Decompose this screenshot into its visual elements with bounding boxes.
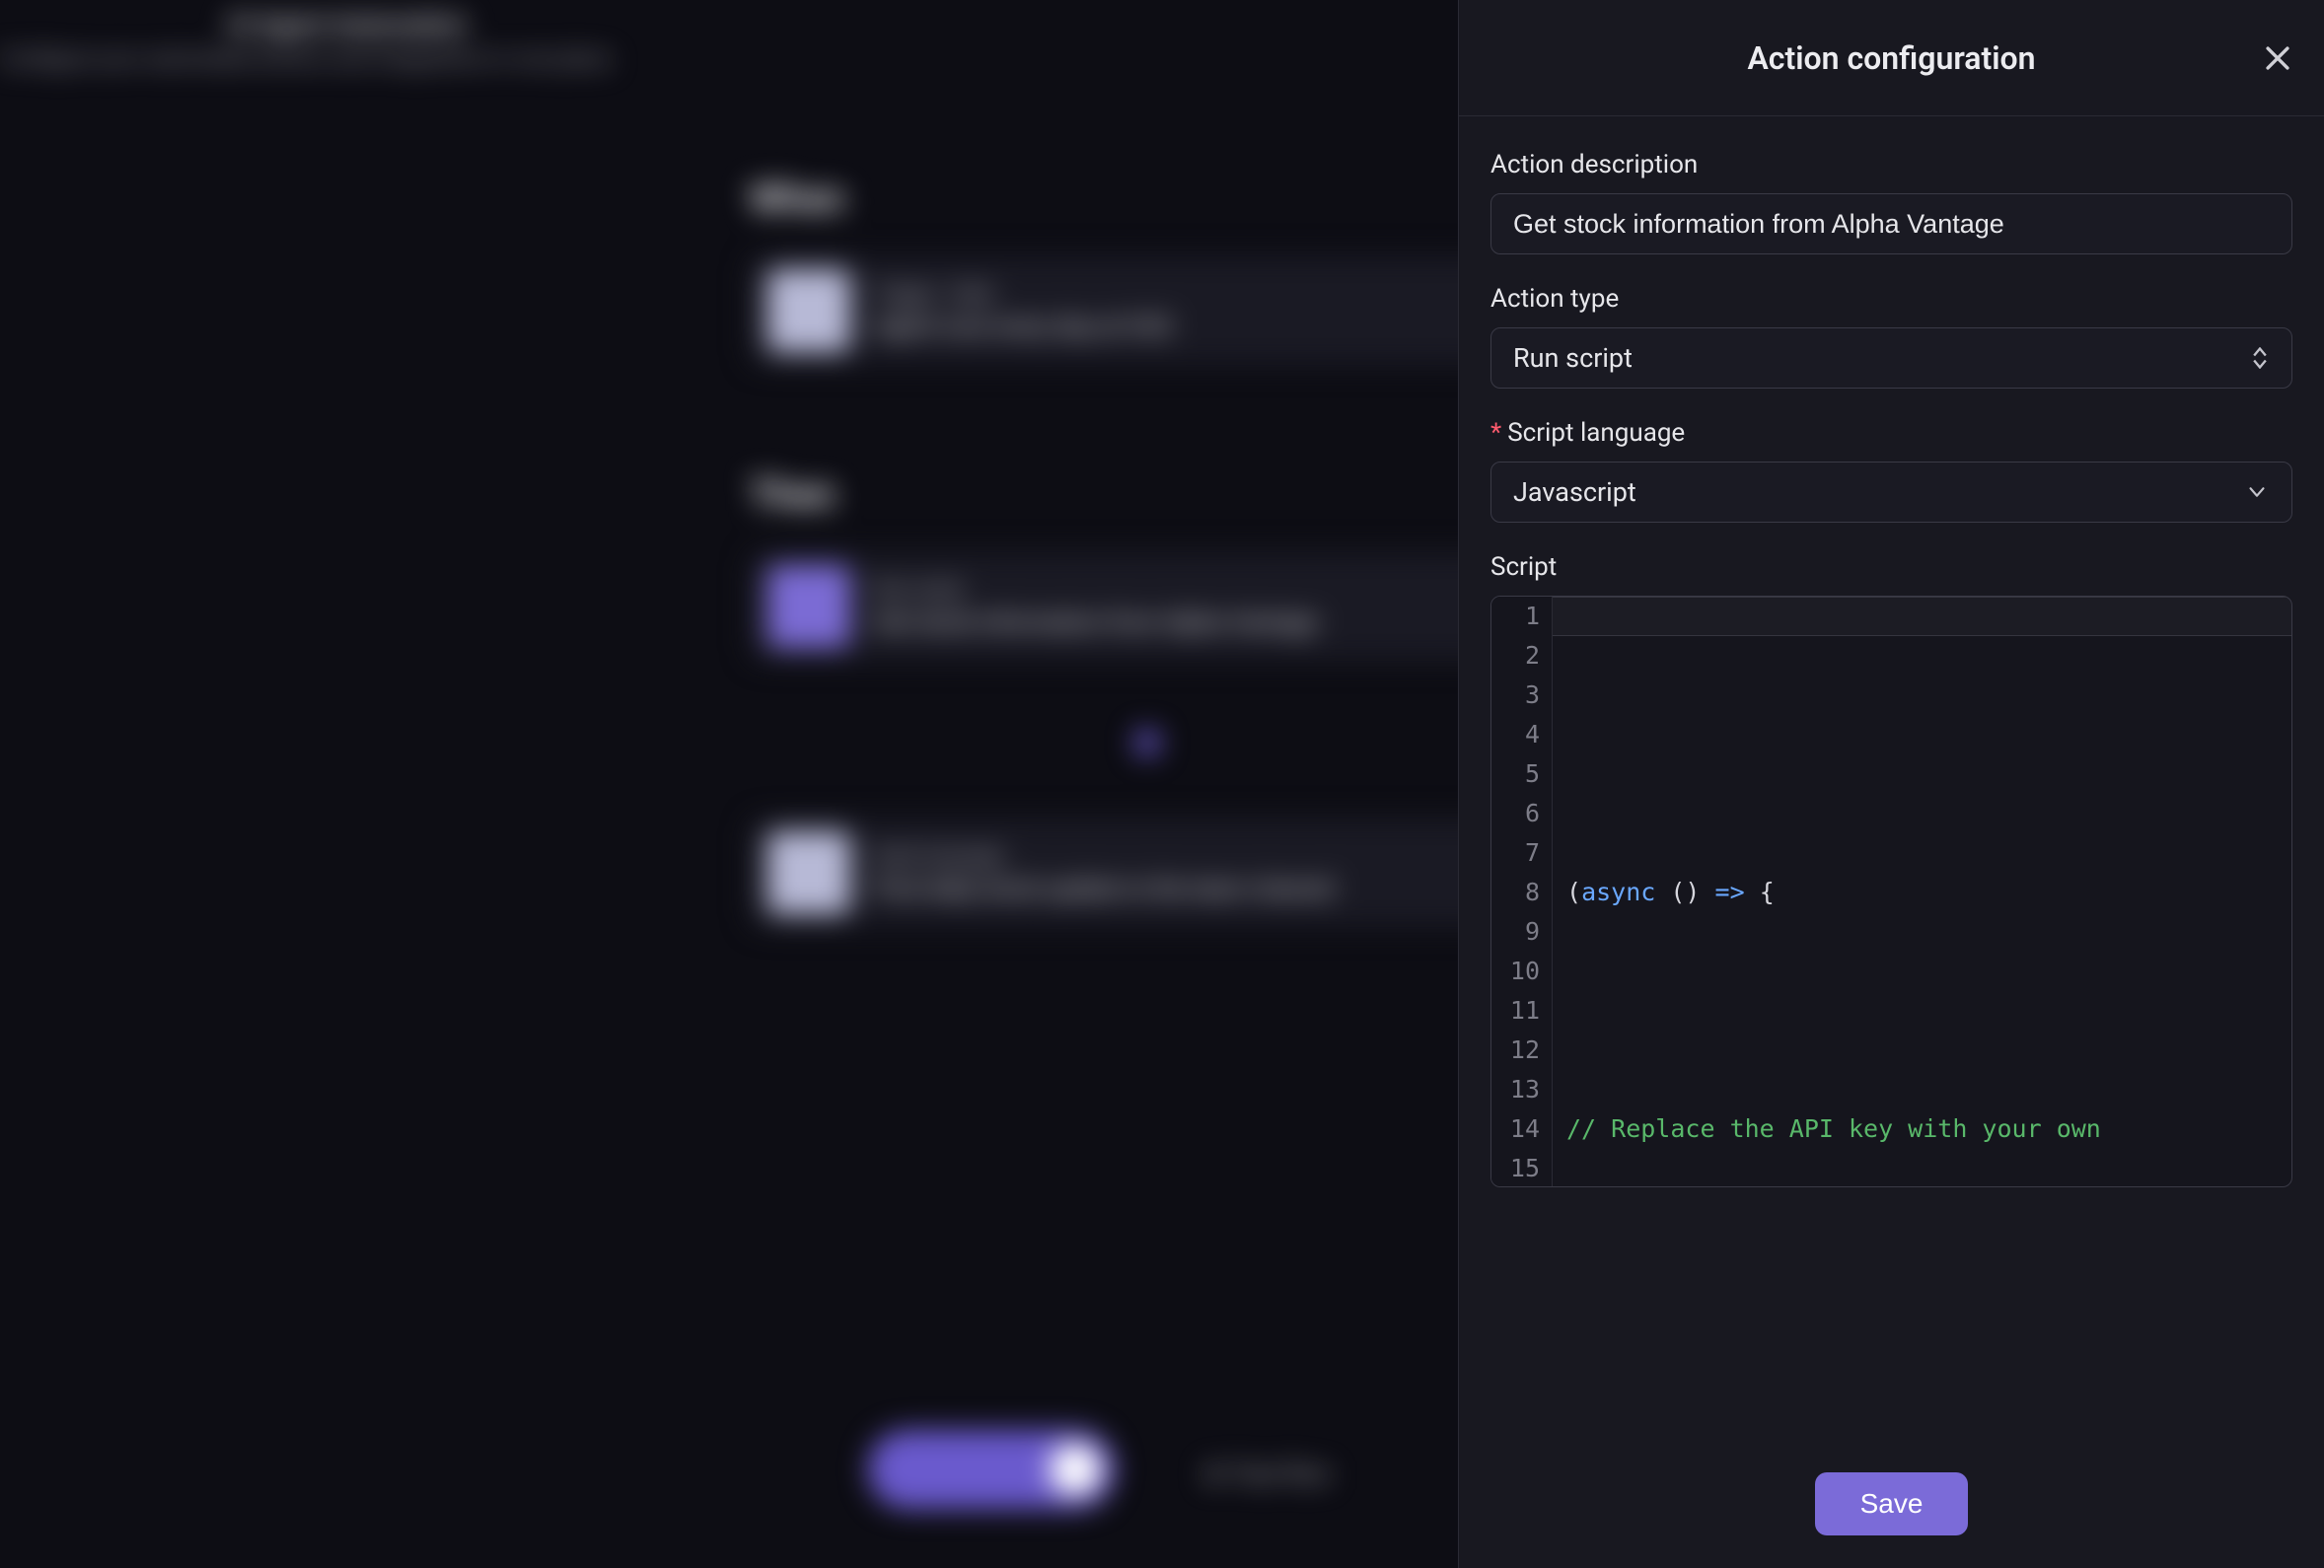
- bg-page-title: AI Agent Automation: [227, 10, 467, 39]
- bg-action2-sub: Send message: [874, 843, 1334, 867]
- field-action-type: Action type Run script: [1490, 284, 2292, 389]
- script-editor[interactable]: 123456789101112131415 (async () => { // …: [1490, 596, 2292, 1187]
- bg-section-then: Then: [750, 473, 835, 517]
- bg-trigger-sub: Trigger · Daily: [874, 281, 1171, 305]
- panel-header: Action configuration: [1459, 0, 2324, 116]
- bg-action2-thumb: [767, 831, 850, 914]
- bg-action-card-2: Send message Post daily stock update to …: [750, 819, 1559, 927]
- bg-test-run-text: ⊕ Test Run: [1203, 1460, 1331, 1489]
- close-icon[interactable]: [2261, 41, 2294, 75]
- field-script-language: *Script language Javascript: [1490, 418, 2292, 523]
- bg-section-when: When: [750, 178, 844, 221]
- action-config-panel: Action configuration Action description …: [1458, 0, 2324, 1568]
- action-type-select[interactable]: Run script: [1490, 327, 2292, 389]
- script-language-select[interactable]: Javascript: [1490, 462, 2292, 523]
- bg-action1-thumb: [767, 565, 850, 648]
- stepper-icon: [2250, 347, 2270, 369]
- field-action-description: Action description: [1490, 150, 2292, 254]
- bg-action-card-1: Run script Get stock information from Al…: [750, 552, 1559, 661]
- action-type-label: Action type: [1490, 284, 2292, 314]
- code-line: [1566, 754, 2291, 794]
- script-label: Script: [1490, 552, 2292, 582]
- bg-connector-dot: [1134, 730, 1160, 755]
- bg-action2-title: Post daily stock update to the team chan…: [874, 875, 1334, 902]
- script-language-label: *Script language: [1490, 418, 2292, 448]
- bg-page-subtitle: Configure your automated actions and int…: [0, 47, 616, 72]
- code-line: [1566, 991, 2291, 1031]
- bg-action1-title: Get stock information from Alpha Vantage: [874, 608, 1317, 636]
- panel-footer: Save: [1459, 1440, 2324, 1568]
- bg-trigger-thumb: [767, 269, 850, 352]
- panel-title: Action configuration: [1747, 39, 2035, 77]
- script-language-value: Javascript: [1513, 476, 1636, 508]
- bg-trigger-card: Trigger · Daily Agent runs every day at …: [750, 256, 1559, 365]
- action-description-input[interactable]: [1490, 193, 2292, 254]
- bg-enabled-toggle: [868, 1430, 1115, 1509]
- chevron-down-icon: [2244, 479, 2270, 505]
- editor-cursor-line: [1553, 597, 2291, 636]
- action-type-value: Run script: [1513, 342, 1633, 374]
- script-language-label-text: Script language: [1507, 418, 1685, 448]
- editor-code-area[interactable]: (async () => { // Replace the API key wi…: [1553, 597, 2291, 1186]
- code-line: // Replace the API key with your own: [1566, 1109, 2291, 1149]
- panel-body: Action description Action type Run scrip…: [1459, 116, 2324, 1440]
- editor-line-gutter: 123456789101112131415: [1491, 597, 1553, 1186]
- bg-action1-sub: Run script: [874, 577, 1317, 601]
- save-button[interactable]: Save: [1815, 1472, 1969, 1535]
- bg-trigger-title: Agent runs every day at 9:00: [874, 313, 1171, 340]
- action-description-label: Action description: [1490, 150, 2292, 179]
- field-script: Script 123456789101112131415 (async () =…: [1490, 552, 2292, 1187]
- code-line: (async () => {: [1566, 873, 2291, 912]
- required-star: *: [1490, 418, 1501, 448]
